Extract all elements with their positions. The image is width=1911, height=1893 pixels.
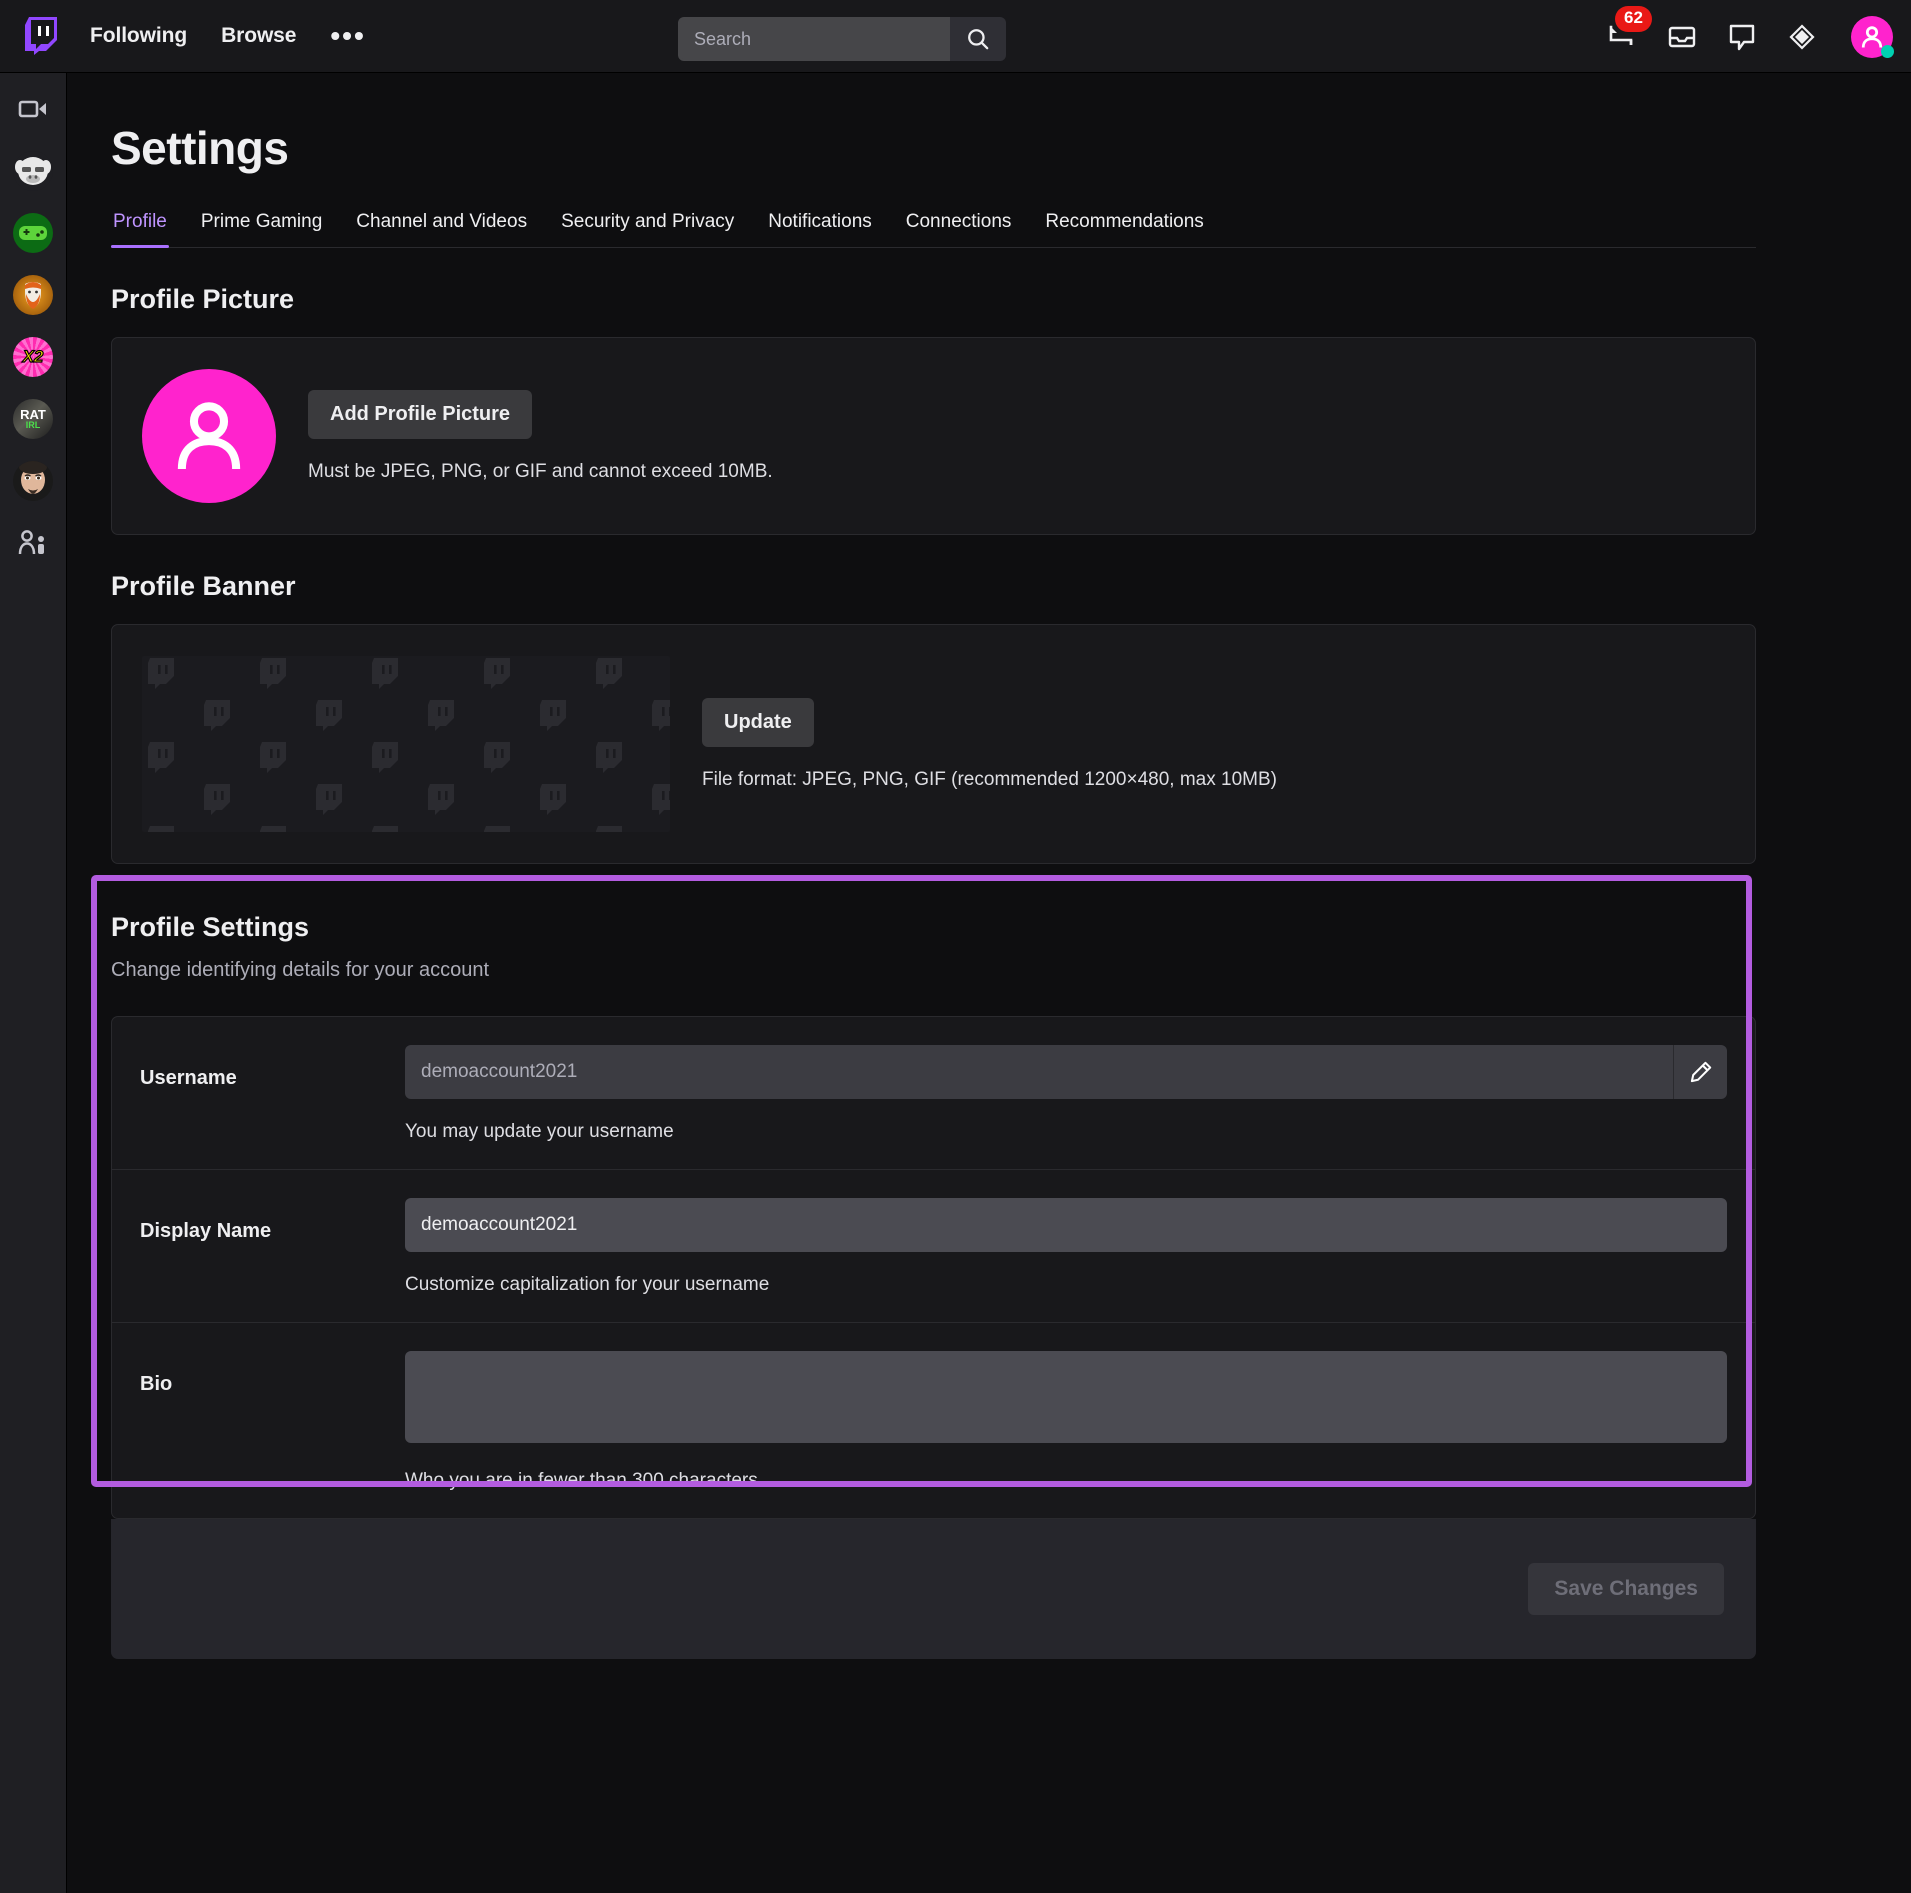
profile-picture-hint: Must be JPEG, PNG, or GIF and cannot exc…	[308, 461, 773, 483]
friends-icon	[18, 529, 48, 557]
profile-picture-card: Add Profile Picture Must be JPEG, PNG, o…	[111, 337, 1756, 535]
profile-banner-card: Update File format: JPEG, PNG, GIF (reco…	[111, 624, 1756, 864]
search-input[interactable]	[694, 29, 948, 50]
sidebar-item-channel-gorilla[interactable]	[11, 149, 55, 193]
profile-banner-heading: Profile Banner	[111, 571, 1911, 602]
settings-tabs: Profile Prime Gaming Channel and Videos …	[111, 207, 1756, 248]
save-changes-button[interactable]: Save Changes	[1528, 1563, 1724, 1615]
gorilla-avatar-icon	[13, 151, 53, 191]
prime-crown-icon[interactable]: 62	[1605, 20, 1639, 54]
left-sidebar: X2 RAT IRL	[0, 73, 67, 1893]
sidebar-item-channel-beard[interactable]	[11, 273, 55, 317]
add-profile-picture-button[interactable]: Add Profile Picture	[308, 390, 532, 439]
inbox-icon[interactable]	[1665, 20, 1699, 54]
sidebar-item-sublabel: IRL	[26, 420, 41, 430]
profile-settings-subtitle: Change identifying details for your acco…	[111, 959, 1756, 982]
tab-notifications[interactable]: Notifications	[766, 207, 874, 247]
sidebar-item-friends[interactable]	[11, 521, 55, 565]
profile-settings-card: Username You may update your username	[111, 1016, 1756, 1519]
tab-profile[interactable]: Profile	[111, 207, 169, 247]
face-avatar-icon	[13, 461, 53, 501]
sidebar-item-label: RAT	[20, 409, 46, 420]
gamepad-avatar-icon	[18, 222, 48, 244]
whispers-chat-icon[interactable]	[1725, 20, 1759, 54]
display-name-hint: Customize capitalization for your userna…	[405, 1274, 1727, 1296]
main-content: Settings Profile Prime Gaming Channel an…	[67, 73, 1911, 1893]
sidebar-item-channel-x2[interactable]: X2	[11, 335, 55, 379]
tab-channel-and-videos[interactable]: Channel and Videos	[354, 207, 529, 247]
nav-more-menu-icon[interactable]: •••	[330, 30, 365, 42]
display-name-label: Display Name	[140, 1198, 405, 1296]
profile-picture-preview	[142, 369, 276, 503]
search-input-wrapper[interactable]	[678, 17, 950, 61]
bio-label: Bio	[140, 1351, 405, 1492]
tab-prime-gaming[interactable]: Prime Gaming	[199, 207, 324, 247]
notification-badge: 62	[1615, 6, 1652, 32]
profile-settings-title: Profile Settings	[111, 912, 1756, 943]
bio-row: Bio Who you are in fewer than 300 charac…	[112, 1323, 1755, 1518]
twitch-logo-icon[interactable]	[22, 14, 60, 58]
sidebar-item-label: X2	[23, 347, 44, 367]
username-input[interactable]	[405, 1045, 1673, 1099]
bearded-man-avatar-icon	[16, 278, 50, 312]
profile-banner-preview	[142, 656, 670, 832]
video-camera-icon	[18, 97, 48, 121]
save-bar: Save Changes	[111, 1519, 1756, 1659]
online-status-dot	[1881, 45, 1894, 58]
sidebar-item-channel-ratirl[interactable]: RAT IRL	[11, 397, 55, 441]
display-name-input[interactable]	[405, 1198, 1727, 1252]
bio-hint: Who you are in fewer than 300 characters	[405, 1470, 1727, 1492]
pencil-edit-icon	[1688, 1059, 1714, 1085]
twitch-glitch-pattern-icon	[142, 656, 670, 832]
search-icon	[965, 26, 991, 52]
page-title: Settings	[111, 121, 1911, 175]
tab-security-and-privacy[interactable]: Security and Privacy	[559, 207, 736, 247]
sidebar-item-channel-gamepad[interactable]	[11, 211, 55, 255]
tab-recommendations[interactable]: Recommendations	[1043, 207, 1205, 247]
profile-picture-heading: Profile Picture	[111, 284, 1911, 315]
username-edit-button[interactable]	[1673, 1045, 1727, 1099]
search-submit-button[interactable]	[950, 17, 1006, 61]
tab-connections[interactable]: Connections	[904, 207, 1014, 247]
primary-nav-links: Following Browse •••	[90, 24, 366, 48]
sidebar-item-channel-face[interactable]	[11, 459, 55, 503]
update-banner-button[interactable]: Update	[702, 698, 814, 747]
bits-diamond-icon[interactable]	[1785, 20, 1819, 54]
display-name-row: Display Name Customize capitalization fo…	[112, 1170, 1755, 1323]
sidebar-item-video[interactable]	[11, 87, 55, 131]
person-placeholder-icon	[165, 392, 253, 480]
nav-link-browse[interactable]: Browse	[221, 24, 296, 48]
nav-link-following[interactable]: Following	[90, 24, 187, 48]
username-label: Username	[140, 1045, 405, 1143]
profile-settings-section: Profile Settings Change identifying deta…	[111, 912, 1756, 1519]
top-navigation-bar: Following Browse ••• 62	[0, 0, 1911, 73]
nav-right-icons: 62	[1605, 0, 1893, 73]
user-avatar[interactable]	[1851, 16, 1893, 58]
username-row: Username You may update your username	[112, 1017, 1755, 1170]
profile-banner-hint: File format: JPEG, PNG, GIF (recommended…	[702, 769, 1277, 791]
username-hint: You may update your username	[405, 1121, 1727, 1143]
search-bar	[678, 17, 1018, 61]
bio-input[interactable]	[405, 1351, 1727, 1443]
